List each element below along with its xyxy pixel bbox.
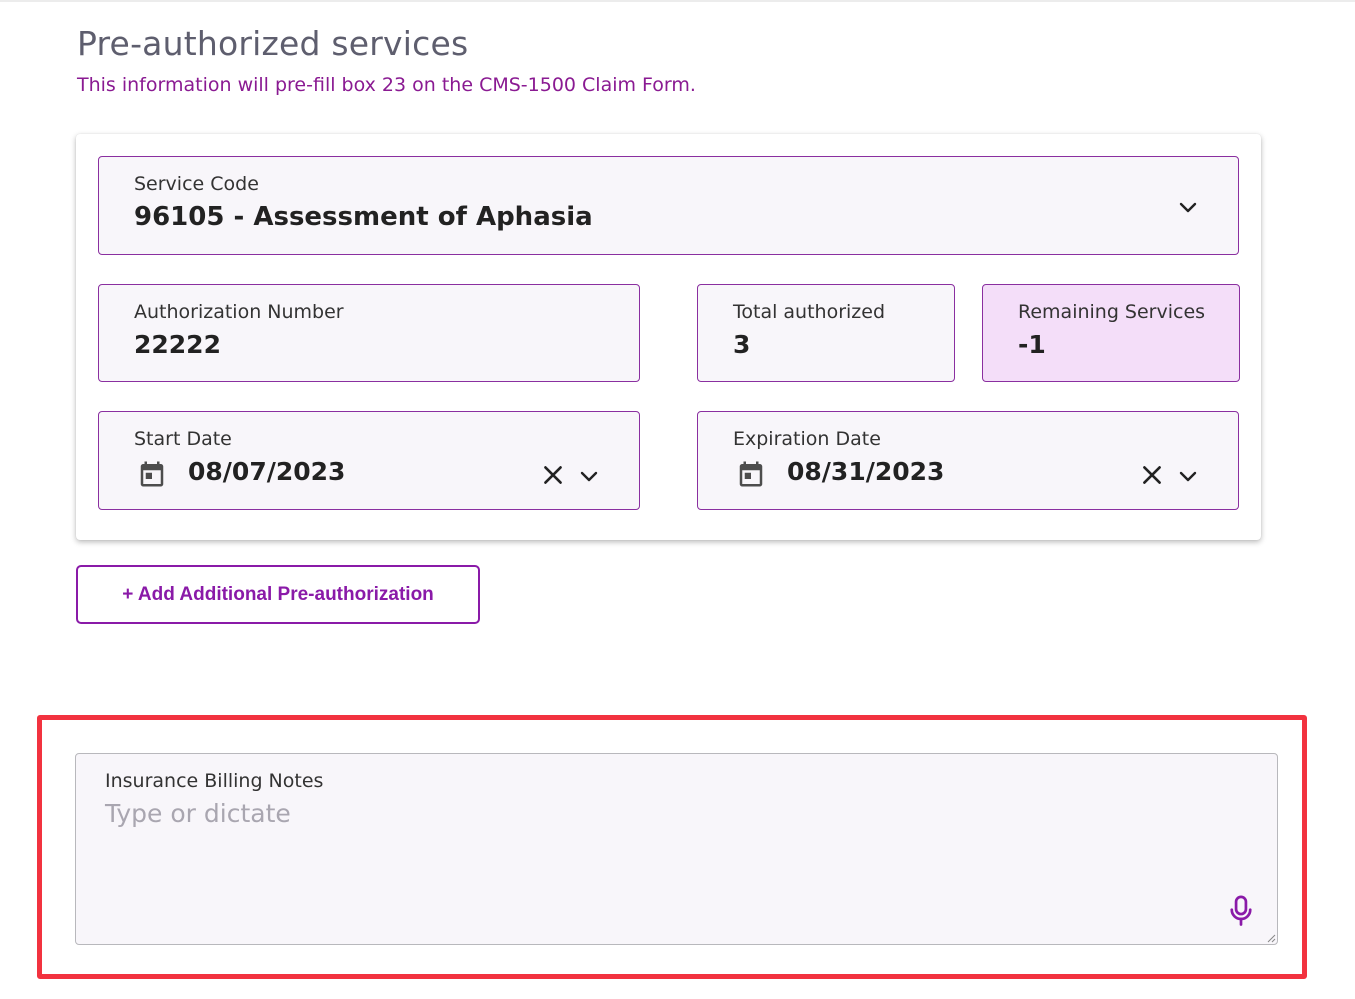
microphone-icon[interactable]	[1226, 895, 1256, 927]
resize-handle[interactable]	[1266, 933, 1276, 943]
pre-authorization-card: Service Code 96105 - Assessment of Aphas…	[76, 134, 1261, 540]
insurance-billing-notes-placeholder: Type or dictate	[105, 799, 291, 828]
start-date-picker[interactable]: Start Date 08/07/2023	[98, 411, 640, 510]
chevron-down-icon[interactable]	[1176, 195, 1200, 219]
total-authorized-field[interactable]: Total authorized 3	[697, 284, 955, 382]
remaining-services-label: Remaining Services	[1018, 301, 1206, 323]
start-date-value: 08/07/2023	[188, 457, 346, 486]
authorization-number-label: Authorization Number	[134, 301, 344, 323]
remaining-services-field: Remaining Services -1	[982, 284, 1240, 382]
add-pre-authorization-button[interactable]: + Add Additional Pre-authorization	[76, 565, 480, 624]
authorization-number-field[interactable]: Authorization Number 22222	[98, 284, 640, 382]
start-date-label: Start Date	[134, 428, 232, 450]
authorization-number-value: 22222	[134, 330, 221, 359]
expiration-date-picker[interactable]: Expiration Date 08/31/2023	[697, 411, 1239, 510]
close-icon[interactable]	[1139, 462, 1165, 488]
insurance-billing-notes-label: Insurance Billing Notes	[105, 770, 324, 792]
service-code-select[interactable]: Service Code 96105 - Assessment of Aphas…	[98, 156, 1239, 255]
chevron-down-icon[interactable]	[1176, 464, 1200, 488]
service-code-value: 96105 - Assessment of Aphasia	[134, 202, 593, 232]
section-subtitle: This information will pre-fill box 23 on…	[77, 74, 696, 96]
expiration-date-value: 08/31/2023	[787, 457, 945, 486]
total-authorized-value: 3	[733, 330, 751, 359]
remaining-services-value: -1	[1018, 330, 1046, 359]
service-code-label: Service Code	[134, 173, 259, 195]
chevron-down-icon[interactable]	[577, 464, 601, 488]
insurance-billing-notes-textarea[interactable]: Insurance Billing Notes Type or dictate	[75, 753, 1278, 945]
total-authorized-label: Total authorized	[733, 301, 886, 323]
calendar-icon	[739, 461, 763, 487]
calendar-icon	[140, 461, 164, 487]
expiration-date-label: Expiration Date	[733, 428, 881, 450]
top-divider	[0, 0, 1355, 2]
close-icon[interactable]	[540, 462, 566, 488]
section-title: Pre-authorized services	[77, 24, 469, 63]
